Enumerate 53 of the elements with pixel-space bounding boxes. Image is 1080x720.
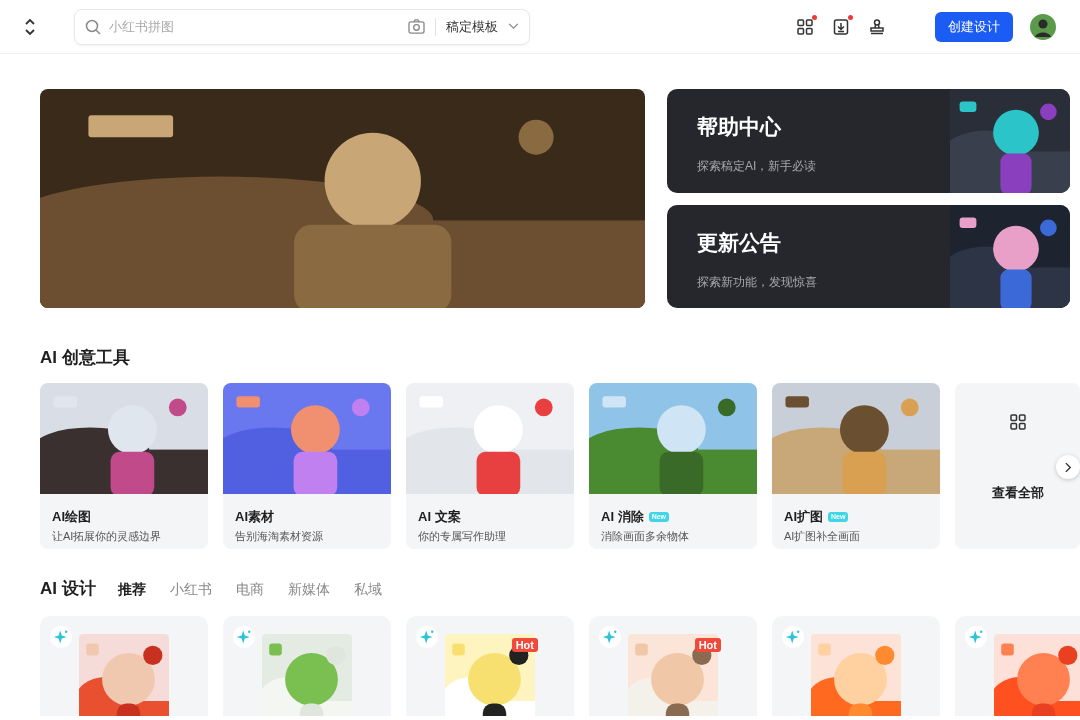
sparkle-icon	[599, 626, 621, 648]
category-tab[interactable]: 新媒体	[287, 581, 330, 599]
tool-description: 告别海淘素材资源	[234, 529, 324, 544]
view-all-card[interactable]: 查看全部	[955, 383, 1080, 549]
tool-card[interactable]: AI素材 告别海淘素材资源	[223, 383, 391, 549]
tool-title: AI素材	[235, 508, 274, 526]
sparkle-icon	[416, 626, 438, 648]
section-title: AI 创意工具	[40, 347, 131, 369]
hot-badge: Hot	[511, 638, 538, 652]
view-all-label: 查看全部	[991, 484, 1044, 502]
template-scope-dropdown[interactable]: 稿定模板	[446, 17, 498, 36]
search-field[interactable]: 小红书拼图 稿定模板	[74, 8, 530, 45]
template-card[interactable]	[772, 616, 940, 716]
tool-card[interactable]: AI绘图 让AI拓展你的灵感边界	[40, 383, 208, 549]
stamp-icon[interactable]	[869, 18, 885, 35]
category-tab[interactable]: 小红书	[169, 581, 212, 599]
card-subtitle: 探索稿定AI，新手必读	[697, 158, 818, 175]
expand-collapse-icon[interactable]	[24, 17, 36, 36]
sparkle-icon	[50, 626, 72, 648]
sparkle-icon	[233, 626, 255, 648]
create-design-button[interactable]: 创建设计	[935, 11, 1013, 42]
tool-title: AI 文案	[418, 508, 461, 526]
hot-badge: Hot	[694, 638, 721, 652]
category-tab[interactable]: 电商	[235, 581, 264, 599]
card-subtitle: 探索新功能，发现惊喜	[697, 273, 818, 291]
camera-icon[interactable]	[408, 19, 425, 34]
template-card[interactable]	[40, 616, 208, 716]
search-icon	[85, 18, 101, 35]
card-title: 更新公告	[697, 229, 782, 256]
tool-title: AI 消除	[601, 508, 644, 526]
chevron-right-icon	[1064, 461, 1072, 473]
tool-title: AI扩图	[784, 508, 823, 526]
tool-description: 让AI拓展你的灵感边界	[51, 529, 163, 544]
template-card[interactable]: Hot	[406, 616, 574, 716]
info-card[interactable]: 帮助中心 探索稿定AI，新手必读	[667, 89, 1070, 193]
sparkle-icon	[965, 626, 987, 648]
category-tab[interactable]: 推荐	[117, 581, 146, 599]
section-title: AI 设计	[40, 578, 96, 600]
card-title: 帮助中心	[697, 114, 782, 140]
category-tab[interactable]: 私域	[353, 581, 382, 599]
caret-icon[interactable]	[508, 23, 519, 30]
tool-description: 消除画面多余物体	[600, 529, 690, 544]
info-card[interactable]: 更新公告 探索新功能，发现惊喜	[667, 204, 1070, 308]
sparkle-icon	[782, 626, 804, 648]
template-card[interactable]: Hot	[589, 616, 757, 716]
grid-icon	[1009, 414, 1026, 430]
tool-description: AI扩图补全画面	[783, 529, 862, 544]
tool-card[interactable]: AI 文案 你的专属写作助理	[406, 383, 574, 549]
tool-title: AI绘图	[52, 508, 91, 526]
tool-description: 你的专属写作助理	[417, 529, 507, 544]
download-icon[interactable]	[833, 18, 849, 35]
apps-icon[interactable]	[797, 18, 813, 35]
avatar[interactable]	[1030, 13, 1056, 40]
